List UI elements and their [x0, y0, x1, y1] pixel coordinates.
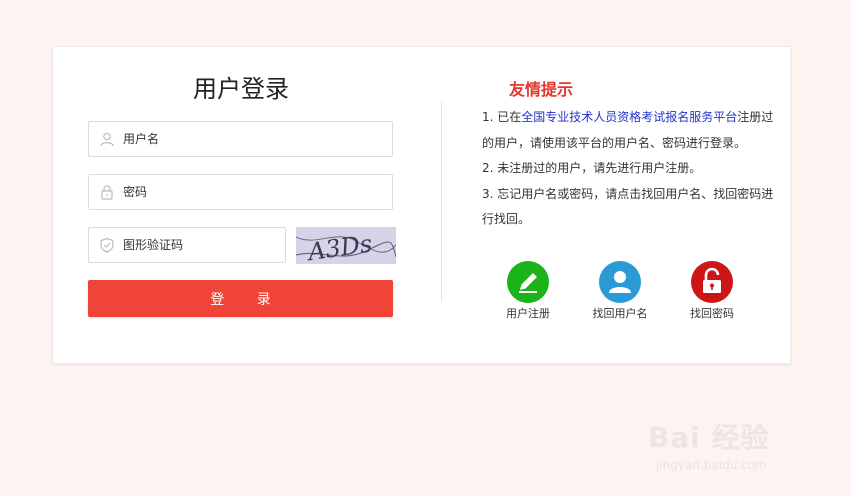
username-input[interactable] [123, 122, 383, 156]
tips-content: 1. 已在全国专业技术人员资格考试报名服务平台注册过的用户，请使用该平台的用户名… [482, 105, 777, 233]
tip-item-1: 1. 已在全国专业技术人员资格考试报名服务平台注册过的用户，请使用该平台的用户名… [482, 105, 777, 156]
lock-icon [101, 185, 113, 200]
register-icon-circle[interactable] [507, 261, 549, 303]
password-field[interactable] [88, 174, 393, 210]
lock-icon [703, 267, 721, 293]
login-button[interactable]: 登 录 [88, 280, 393, 317]
divider [441, 102, 442, 302]
captcha-image[interactable]: A3Ds [295, 227, 397, 266]
user-icon [609, 271, 631, 293]
watermark-brand: Bai 经验 [648, 421, 770, 454]
tips-title: 友情提示 [508, 80, 573, 99]
username-field[interactable] [88, 121, 393, 157]
platform-link[interactable]: 全国专业技术人员资格考试报名服务平台 [521, 110, 737, 124]
find-username-icon-circle[interactable] [599, 261, 641, 303]
login-title: 用户登录 [193, 75, 289, 103]
watermark-url: jingyan.baidu.com [656, 458, 767, 472]
captcha-input[interactable] [123, 228, 273, 262]
password-input[interactable] [123, 175, 383, 209]
register-action[interactable]: 用户注册 [488, 261, 568, 321]
login-card: 用户登录 A3Ds 登 录 友情提示 [52, 46, 791, 364]
find-username-label: 找回用户名 [592, 307, 648, 320]
register-label: 用户注册 [506, 307, 550, 320]
baidu-watermark: Bai 经验 jingyan.baidu.com [648, 402, 818, 482]
tip-item-3: 3. 忘记用户名或密码，请点击找回用户名、找回密码进行找回。 [482, 186, 774, 227]
find-password-label: 找回密码 [690, 307, 734, 320]
tip-item-1-prefix: 1. 已在 [482, 110, 522, 124]
pencil-icon [519, 273, 537, 293]
tip-item-2: 2. 未注册过的用户，请先进行用户注册。 [482, 161, 702, 175]
shield-icon [100, 237, 114, 253]
user-icon [100, 132, 114, 147]
captcha-field[interactable] [88, 227, 286, 263]
find-password-icon-circle[interactable] [691, 261, 733, 303]
find-username-action[interactable]: 找回用户名 [580, 261, 660, 321]
find-password-action[interactable]: 找回密码 [672, 261, 752, 321]
